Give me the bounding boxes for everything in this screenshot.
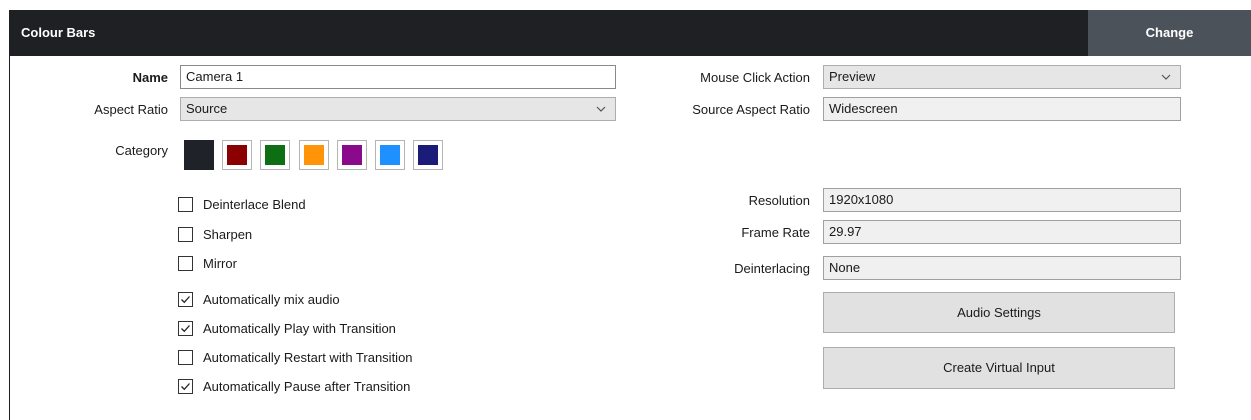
deinterlacing-field: None [823,256,1181,280]
aspect-ratio-select[interactable]: Source [180,97,616,121]
check-icon [181,383,190,391]
change-button[interactable]: Change [1088,10,1251,56]
checkbox-box[interactable] [178,256,193,271]
checkbox-label: Automatically Play with Transition [203,321,396,336]
resolution-field: 1920x1080 [823,188,1181,212]
checkbox-box[interactable] [178,292,193,307]
chevron-down-icon [596,106,606,112]
audio-settings-button[interactable]: Audio Settings [823,292,1175,333]
resolution-label: Resolution [748,193,810,208]
checkbox-label: Sharpen [203,227,253,242]
category-swatch-color [227,145,247,165]
category-swatch-color [342,145,362,165]
mouse-click-action-label: Mouse Click Action [700,70,810,85]
category-swatch[interactable] [299,140,329,170]
category-swatch[interactable] [260,140,290,170]
category-swatch[interactable] [375,140,405,170]
category-swatch[interactable] [184,140,214,170]
category-label: Category [115,143,168,158]
category-swatch[interactable] [222,140,252,170]
checkbox-label: Automatically Pause after Transition [203,379,411,394]
category-swatch[interactable] [413,140,443,170]
title-bar: Colour Bars Change [9,10,1251,56]
name-label: Name [132,70,168,85]
frame-rate-field: 29.97 [823,220,1181,244]
create-virtual-input-button[interactable]: Create Virtual Input [823,347,1175,389]
deinterlacing-label: Deinterlacing [734,261,810,276]
check-icon [181,325,190,333]
name-field[interactable]: Camera 1 [180,65,616,89]
category-swatch-color [304,145,324,165]
category-swatch-color [184,140,214,170]
checkbox-label: Deinterlace Blend [203,197,306,212]
aspect-ratio-label: Aspect Ratio [94,102,168,117]
mouse-click-action-select[interactable]: Preview [823,65,1181,89]
category-swatch-color [418,145,438,165]
window-title: Colour Bars [21,25,96,40]
checkbox-label: Automatically Restart with Transition [203,350,413,365]
aspect-ratio-value: Source [186,101,228,116]
chevron-down-icon [1161,74,1171,80]
checkbox-box[interactable] [178,379,193,394]
category-swatch-color [380,145,400,165]
checkbox-box[interactable] [178,197,193,212]
mouse-click-action-value: Preview [829,69,876,84]
checkbox-box[interactable] [178,350,193,365]
checkbox-label: Automatically mix audio [203,292,340,307]
checkbox-label: Mirror [203,256,237,271]
check-icon [181,296,190,304]
source-aspect-ratio-field: Widescreen [823,97,1181,121]
category-swatch-color [265,145,285,165]
checkbox-box[interactable] [178,227,193,242]
source-aspect-ratio-label: Source Aspect Ratio [692,102,810,117]
frame-rate-label: Frame Rate [741,225,810,240]
category-swatch[interactable] [337,140,367,170]
checkbox-box[interactable] [178,321,193,336]
